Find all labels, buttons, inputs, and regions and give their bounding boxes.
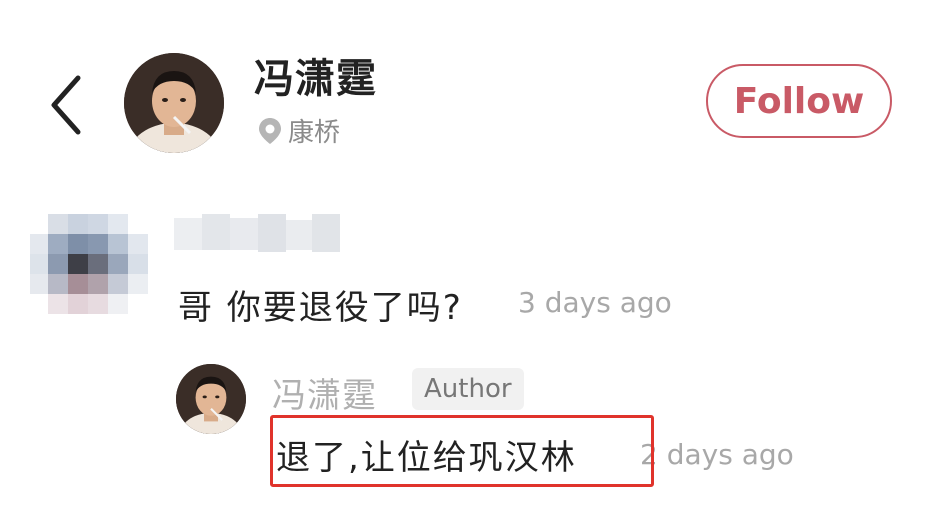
location-row: 康桥	[258, 112, 340, 149]
location-pin-icon	[259, 117, 281, 144]
author-badge: Author	[412, 368, 524, 410]
follow-button[interactable]: Follow	[706, 64, 892, 138]
chevron-left-icon	[51, 75, 81, 135]
comment-text: 哥 你要退役了吗?	[178, 288, 463, 328]
reply-author-avatar[interactable]	[176, 364, 246, 434]
author-name[interactable]: 冯潇霆	[254, 46, 377, 104]
commenter-avatar-blurred[interactable]	[30, 214, 154, 318]
reply-text: 退了,让位给巩汉林	[276, 438, 577, 478]
location-text: 康桥	[288, 118, 341, 148]
commenter-name-blurred[interactable]	[174, 214, 340, 254]
back-button[interactable]	[44, 70, 92, 140]
author-avatar[interactable]	[124, 53, 224, 153]
reply-timestamp: 2 days ago	[640, 438, 794, 471]
comment-timestamp: 3 days ago	[518, 286, 672, 319]
reply-author-name[interactable]: 冯潇霆	[272, 368, 377, 417]
